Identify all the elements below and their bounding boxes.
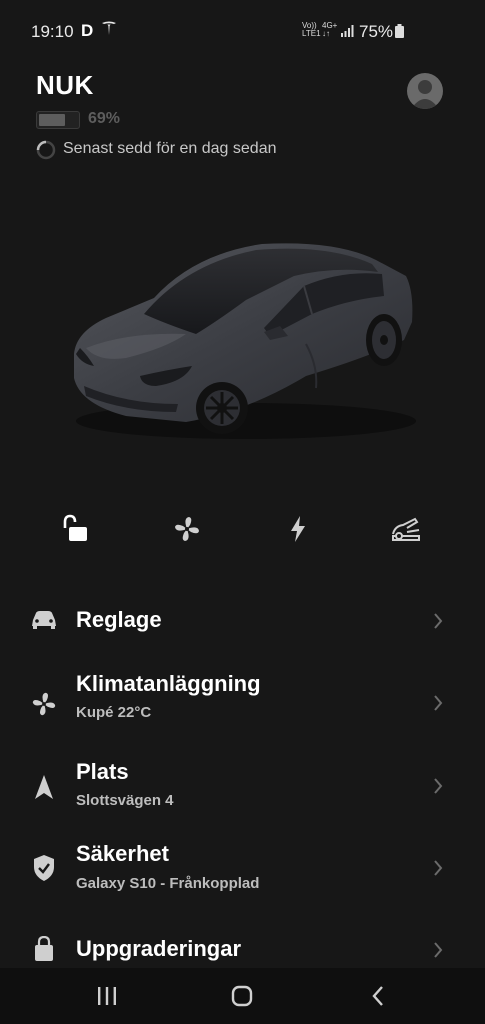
menu-title-climate: Klimatanläggning: [76, 671, 261, 696]
menu-item-security[interactable]: Säkerhet Galaxy S10 - Frånkopplad: [0, 834, 485, 904]
data-indicator: 4G+ ↓↑: [322, 21, 338, 38]
navigation-arrow-icon: [33, 774, 55, 805]
menu-subtitle-security: Galaxy S10 - Frånkopplad: [76, 875, 260, 892]
menu-item-upgrades[interactable]: Uppgraderingar: [0, 926, 485, 968]
menu-item-climate[interactable]: Klimatanläggning Kupé 22°C: [0, 666, 485, 736]
clock: 19:10: [31, 22, 74, 41]
shield-check-icon: [32, 854, 56, 887]
unlock-icon: [63, 514, 87, 541]
frunk-icon: [392, 517, 420, 541]
bolt-icon: [291, 516, 305, 542]
menu-item-controls[interactable]: Reglage: [0, 596, 485, 646]
vehicle-battery-percent: 69%: [88, 110, 121, 127]
recent-apps-icon: [98, 987, 116, 1005]
d-app-notification-icon: D: [81, 21, 94, 40]
vehicle-battery-icon: [36, 111, 80, 129]
chevron-right-icon: [433, 612, 443, 635]
climate-button[interactable]: [167, 505, 207, 553]
quick-actions-bar: [0, 505, 485, 555]
vehicle-name: NUK: [36, 70, 94, 100]
signal-strength-icon: [340, 24, 354, 42]
system-navigation-bar: [0, 968, 485, 1024]
chevron-right-icon: [433, 777, 443, 800]
phone-battery-percent: 75%: [359, 22, 394, 41]
back-button[interactable]: [358, 980, 398, 1012]
phone-battery-icon: [395, 24, 404, 43]
back-chevron-icon: [372, 986, 383, 1006]
menu-title-controls: Reglage: [76, 607, 162, 632]
tesla-notification-icon: [101, 20, 117, 41]
recent-apps-button[interactable]: [87, 980, 127, 1012]
loading-spinner-icon: [36, 140, 56, 165]
user-icon: [411, 80, 439, 109]
vehicle-image: [66, 236, 418, 453]
lock-bag-icon: [33, 935, 55, 967]
menu-item-location[interactable]: Plats Slottsvägen 4: [0, 752, 485, 822]
last-seen-status: Senast sedd för en dag sedan: [63, 140, 277, 157]
profile-avatar[interactable]: [407, 73, 443, 109]
volte-indicator: Vo)) LTE1: [302, 21, 321, 38]
status-bar: 19:10 D Vo)) LTE1 4G+ ↓↑ 75%: [0, 0, 485, 62]
frunk-button[interactable]: [386, 505, 426, 553]
charging-button[interactable]: [278, 505, 318, 553]
menu-title-upgrades: Uppgraderingar: [76, 936, 242, 961]
chevron-right-icon: [433, 694, 443, 717]
menu-title-location: Plats: [76, 759, 129, 784]
car-icon: [30, 610, 58, 635]
vehicle-battery-fill: [39, 114, 65, 126]
menu-subtitle-climate: Kupé 22°C: [76, 704, 152, 721]
fan-icon: [30, 690, 58, 723]
menu-title-security: Säkerhet: [76, 841, 169, 866]
unlock-button[interactable]: [55, 505, 95, 553]
home-icon: [231, 985, 253, 1007]
chevron-right-icon: [433, 859, 443, 882]
fan-icon: [175, 517, 199, 541]
chevron-right-icon: [433, 941, 443, 964]
home-button[interactable]: [222, 980, 262, 1012]
menu-subtitle-location: Slottsvägen 4: [76, 792, 174, 809]
